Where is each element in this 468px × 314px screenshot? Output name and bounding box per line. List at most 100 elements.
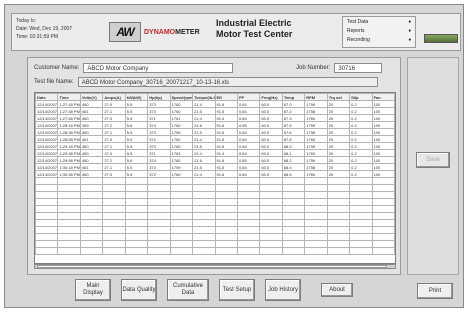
table-cell: 460 [79, 128, 104, 136]
print-button[interactable]: Print [417, 283, 453, 299]
table-cell: 20 [326, 100, 351, 108]
table-cell: 374 [147, 121, 171, 129]
column-header[interactable]: Amps(A) [102, 93, 126, 101]
table-cell [326, 233, 351, 241]
table-row[interactable]: 12/14/2007 1:27:18 PM 460 27.0 5.5 373 1760 21.… [35, 100, 395, 108]
table-cell: 0.2 [349, 149, 373, 157]
job-row: Job Number: 30716 [296, 63, 383, 73]
table-row[interactable]: 12/14/2007 1:29:38 PM 459 27.0 5.5 371 1761 21.… [35, 149, 395, 157]
table-row[interactable]: 12/14/2007 1:28:38 PM 460 27.1 5.5 373 1759 21.… [35, 128, 395, 136]
column-header[interactable]: Temp [281, 93, 306, 101]
column-header[interactable]: Time [57, 93, 81, 101]
table-cell: 0.85 [236, 121, 261, 129]
test-setup-button[interactable]: Test Setup [219, 279, 255, 301]
horizontal-scrollbar[interactable] [34, 264, 396, 269]
table-cell: 5.5 [124, 163, 149, 171]
table-cell [304, 184, 328, 192]
table-row[interactable] [35, 233, 395, 241]
table-row[interactable] [35, 205, 395, 213]
column-header[interactable]: Speed(rpm) [169, 93, 194, 101]
column-header[interactable]: Date [35, 93, 59, 101]
main-display-button[interactable]: Main Display [75, 279, 111, 301]
table-cell: 5.6 [124, 156, 149, 164]
column-header[interactable]: Fan [371, 93, 395, 101]
table-row[interactable] [35, 219, 395, 227]
table-cell [79, 219, 104, 227]
column-header[interactable]: Torque(lb-ft) [192, 93, 216, 101]
table-cell [57, 205, 81, 213]
column-header[interactable]: Freq(Hz) [259, 93, 283, 101]
column-header[interactable]: kW(kW) [124, 93, 149, 101]
table-row[interactable] [35, 226, 395, 234]
table-cell: 20 [326, 128, 351, 136]
table-row[interactable] [35, 191, 395, 199]
column-header[interactable]: Slip [349, 93, 373, 101]
table-cell [169, 177, 194, 185]
file-name-label: Test file Name: [34, 79, 74, 85]
column-header[interactable]: RPM [304, 93, 328, 101]
data-quality-button[interactable]: Data Quality [121, 279, 157, 301]
table-cell [214, 177, 238, 185]
table-cell [326, 184, 351, 192]
table-cell: 0.84 [236, 114, 261, 122]
table-cell: 1759 [304, 121, 328, 129]
table-cell [169, 191, 194, 199]
job-number-field[interactable]: 30716 [334, 63, 383, 73]
column-header[interactable]: PF [236, 93, 261, 101]
data-table-container[interactable]: Date Time Volts(V) Amps(A) kW(kW) Hp(hp) Speed… [34, 92, 396, 264]
table-cell [236, 184, 261, 192]
table-row[interactable]: 12/14/2007 1:29:58 PM 460 27.2 5.6 374 1760 21.… [35, 156, 395, 164]
table-row[interactable]: 12/14/2007 1:27:58 PM 460 27.0 5.5 371 1761 21.… [35, 114, 395, 122]
table-cell [169, 233, 194, 241]
table-row[interactable] [35, 177, 395, 185]
table-cell: 1759 [304, 142, 328, 150]
time-text: Time: 02:31:59 PM [16, 34, 59, 40]
job-history-button[interactable]: Job History [265, 279, 301, 301]
table-cell [57, 177, 81, 185]
table-cell: 100 [371, 100, 395, 108]
column-header[interactable]: Hp(hp) [147, 93, 171, 101]
table-cell [35, 219, 59, 227]
menu-item-recording[interactable]: Recording ♦ [347, 36, 411, 45]
app-title: Industrial Electric Motor Test Center [216, 18, 292, 40]
table-row[interactable] [35, 184, 395, 192]
menu-item-test-data[interactable]: Test Data ♦ [347, 18, 411, 27]
table-cell [304, 205, 328, 213]
table-row[interactable]: 12/14/2007 1:28:58 PM 461 27.0 5.5 372 1760 21.… [35, 135, 395, 143]
table-cell: 20 [326, 163, 351, 171]
table-cell [147, 205, 171, 213]
table-cell [281, 191, 306, 199]
table-cell [236, 219, 261, 227]
save-button[interactable]: Save [416, 152, 450, 168]
table-cell: 1759 [169, 163, 194, 171]
column-header[interactable]: Eff [214, 93, 238, 101]
table-cell: 460 [79, 114, 104, 122]
table-row[interactable] [35, 212, 395, 220]
column-header[interactable]: Volts(V) [79, 93, 104, 101]
table-cell: 1:29:58 PM [57, 156, 81, 164]
table-row[interactable] [35, 240, 395, 248]
table-cell [192, 240, 216, 248]
cumulative-data-button[interactable]: Cumulative Data [167, 279, 209, 301]
table-cell: 20 [326, 156, 351, 164]
table-cell: 20 [326, 149, 351, 157]
table-cell [326, 226, 351, 234]
table-cell: 20 [326, 114, 351, 122]
table-row[interactable]: 12/14/2007 1:30:38 PM 460 27.0 5.5 372 1760 21.… [35, 170, 395, 178]
table-cell [371, 212, 395, 220]
table-cell: 12/14/2007 [35, 107, 59, 115]
table-row[interactable]: 12/14/2007 1:30:18 PM 461 27.1 5.5 373 1759 21.… [35, 163, 395, 171]
table-cell: 67.6 [281, 128, 306, 136]
table-cell [79, 233, 104, 241]
table-row[interactable] [35, 198, 395, 206]
scrollbar-thumb[interactable] [37, 265, 387, 268]
table-row[interactable]: 12/14/2007 1:29:18 PM 460 27.1 5.5 373 1760 21.… [35, 142, 395, 150]
table-row[interactable]: 12/14/2007 1:27:38 PM 461 27.1 5.5 373 1760 21.… [35, 107, 395, 115]
table-cell: 371 [147, 114, 171, 122]
table-row[interactable]: 12/14/2007 1:28:18 PM 459 27.2 5.6 374 1760 21.… [35, 121, 395, 129]
menu-item-reports[interactable]: Reports ♦ [347, 27, 411, 36]
customer-name-field[interactable]: ABCD Motor Company [83, 63, 234, 73]
table-row[interactable] [35, 247, 395, 255]
about-button[interactable]: About [321, 283, 353, 297]
column-header[interactable]: Trq set [326, 93, 351, 101]
